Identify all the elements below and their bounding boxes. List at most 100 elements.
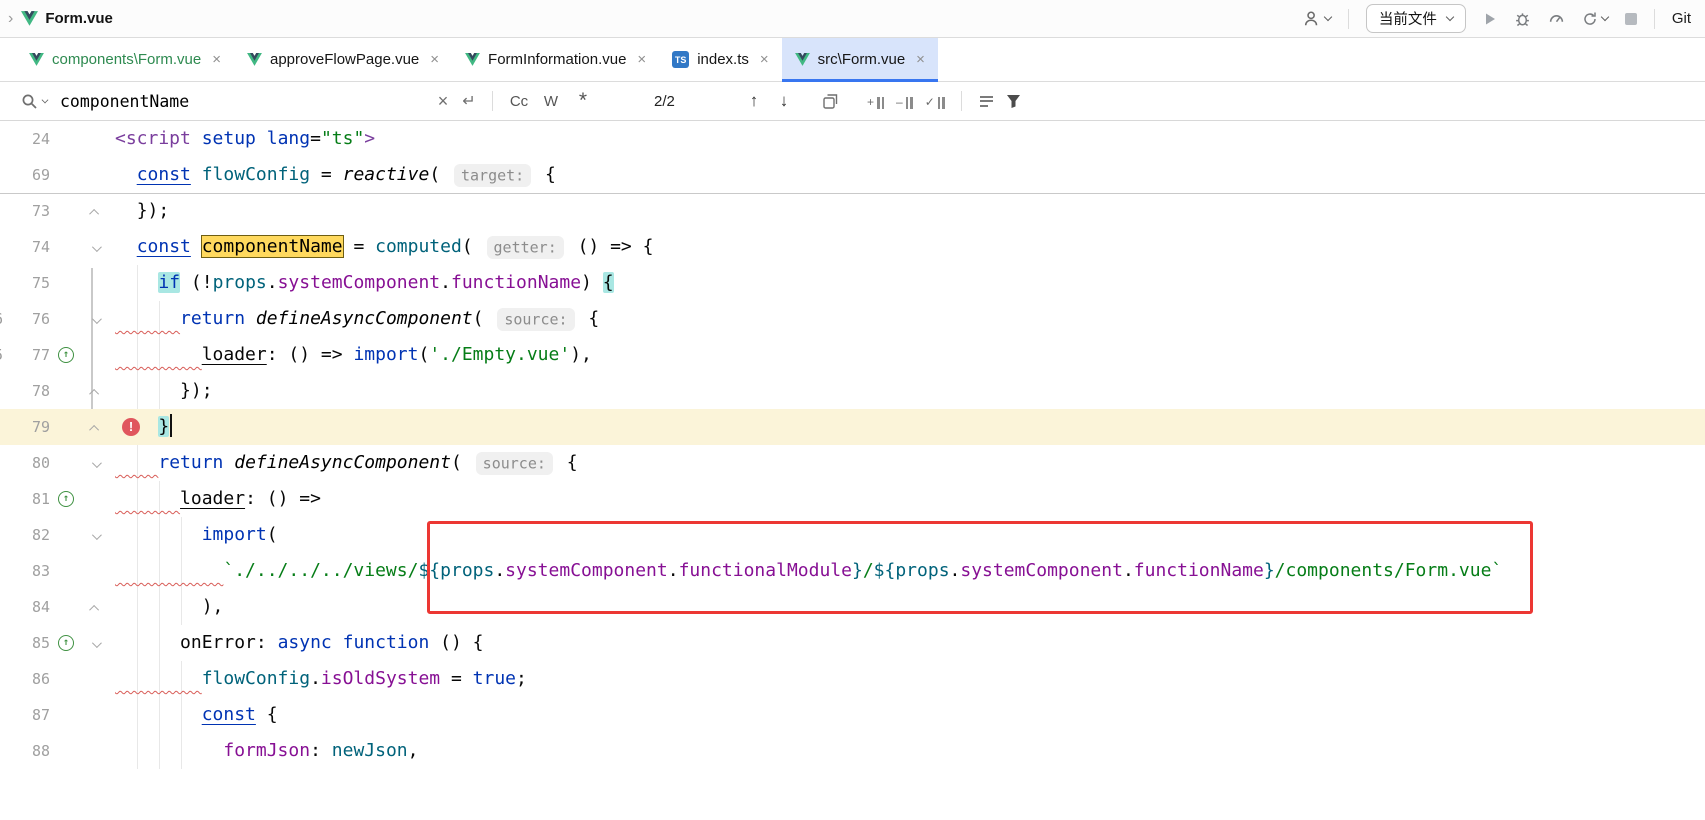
fold-down-icon[interactable] [82,625,108,661]
code-line-84[interactable]: 84 ), [0,589,1705,625]
code-token: . [1123,560,1134,581]
code-line-79[interactable]: 79! } [0,409,1705,445]
code-line-74[interactable]: 74 const componentName = computed( gette… [0,229,1705,265]
code-line-83[interactable]: 83 `./../../../views/${props.systemCompo… [0,553,1705,589]
code-line-75[interactable]: 75 if (!props.systemComponent.functionNa… [0,265,1705,301]
code-token [115,164,137,185]
tab-close-icon[interactable]: × [430,51,439,68]
whole-words-toggle[interactable]: W [535,93,567,110]
line-number[interactable]: 73 [0,193,50,229]
rerun-button[interactable] [1582,11,1608,27]
code-token: functionName [1134,560,1264,581]
search-input[interactable]: componentName [60,92,430,111]
fold-down-icon[interactable] [82,445,108,481]
gutter: 85 ↑ [0,625,115,661]
code-line-69[interactable]: 69 const flowConfig = reactive( target: … [0,157,1705,193]
fold-down-icon[interactable] [82,229,108,265]
profiler-button[interactable] [1548,10,1565,27]
code-line-85[interactable]: 85↑ onError: async function () { [0,625,1705,661]
code-token: . [267,272,278,293]
line-number[interactable]: 88 [0,733,50,769]
line-number[interactable]: 86 [0,661,50,697]
line-number[interactable]: 83 [0,553,50,589]
title-bar: › Form.vue 当前文件 Git [0,0,1705,38]
line-number[interactable]: 84 [0,589,50,625]
debug-button[interactable] [1514,10,1531,27]
line-number[interactable]: 75 [0,265,50,301]
typescript-file-icon: TS [672,51,689,68]
line-number[interactable]: 77 [0,337,50,373]
code-line-73[interactable]: 73 }); [0,193,1705,229]
vue-logo-icon [21,11,38,26]
code-line-82[interactable]: 82 import( [0,517,1705,553]
fold-up-icon[interactable] [82,193,108,229]
line-number[interactable]: 85 [0,625,50,661]
code-token: componentName [202,236,343,257]
fold-down-icon[interactable] [82,517,108,553]
code-token: onError [180,632,256,653]
implemented-gutter-icon[interactable]: ↑ [58,635,74,651]
line-number[interactable]: 78 [0,373,50,409]
code-line-81[interactable]: 81↑ loader: () => [0,481,1705,517]
tab-components-form-vue[interactable]: components\Form.vue × [16,38,234,81]
line-number[interactable]: 74 [0,229,50,265]
tab-close-icon[interactable]: × [637,51,646,68]
line-number[interactable]: 80 [0,445,50,481]
line-number[interactable]: 76 [0,301,50,337]
line-number[interactable]: 79 [0,409,50,445]
code-token: loader [202,344,267,365]
search-history-chevron-icon[interactable] [42,96,49,103]
clear-search-icon[interactable]: × [430,91,456,112]
code-token: newJson [332,740,408,761]
line-number[interactable]: 24 [0,121,50,157]
fold-down-icon[interactable] [82,301,108,337]
previous-occurrence-icon[interactable]: ↑ [739,91,769,111]
fold-up-icon[interactable] [82,589,108,625]
implemented-gutter-icon[interactable]: ↑ [58,491,74,507]
tab-src-form-vue[interactable]: src\Form.vue × [782,38,938,81]
code-token: : () => [267,344,354,365]
error-icon[interactable]: ! [122,418,140,436]
next-occurrence-icon[interactable]: ↓ [769,91,799,111]
code-line-87[interactable]: 87 const { [0,697,1705,733]
tab-index-ts[interactable]: TS index.ts × [659,38,781,81]
tab-forminformation-vue[interactable]: FormInformation.vue × [452,38,659,81]
line-number[interactable]: 81 [0,481,50,517]
select-all-occurrences-icon[interactable]: ✓ [925,94,945,109]
filter-icon[interactable] [1001,94,1027,108]
code-token: const [137,164,191,185]
tab-approveflowpage-vue[interactable]: approveFlowPage.vue × [234,38,452,81]
open-in-tool-window-icon[interactable] [817,94,843,109]
code-line-77[interactable]: 577↑ loader: () => import('./Empty.vue')… [0,337,1705,373]
code-line-86[interactable]: 86 flowConfig.isOldSystem = true; [0,661,1705,697]
code-token: "ts" [321,128,364,149]
code-line-88[interactable]: 88 formJson: newJson, [0,733,1705,769]
run-button[interactable] [1483,12,1497,26]
tab-close-icon[interactable]: × [916,51,925,68]
run-config-selector[interactable]: 当前文件 [1366,4,1466,33]
multiline-icon[interactable] [980,96,993,107]
editor[interactable]: 24<script setup lang="ts">69 const flowC… [0,121,1705,820]
tab-close-icon[interactable]: × [760,51,769,68]
line-number[interactable]: 87 [0,697,50,733]
regex-toggle[interactable]: * [567,89,599,113]
code-line-80[interactable]: 80 return defineAsyncComponent( source: … [0,445,1705,481]
exclude-occurrence-icon[interactable]: – [896,94,913,109]
fold-up-icon[interactable] [82,409,108,445]
code-line-78[interactable]: 78 }); [0,373,1705,409]
line-number[interactable]: 82 [0,517,50,553]
git-widget[interactable]: Git [1672,10,1691,27]
code-token: } [1264,560,1275,581]
code-line-76[interactable]: 676 return defineAsyncComponent( source:… [0,301,1705,337]
match-case-toggle[interactable]: Cc [503,93,535,110]
code-with-me-icon[interactable] [1303,10,1331,27]
add-occurrence-icon[interactable]: + [867,94,884,109]
newline-icon[interactable]: ↵ [456,91,482,111]
line-number[interactable]: 69 [0,157,50,193]
code-line-24[interactable]: 24<script setup lang="ts"> [0,121,1705,157]
stop-button[interactable] [1625,13,1637,25]
implemented-gutter-icon[interactable]: ↑ [58,347,74,363]
tab-close-icon[interactable]: × [212,51,221,68]
fold-up-icon[interactable] [82,373,108,409]
search-icon[interactable] [16,93,42,110]
